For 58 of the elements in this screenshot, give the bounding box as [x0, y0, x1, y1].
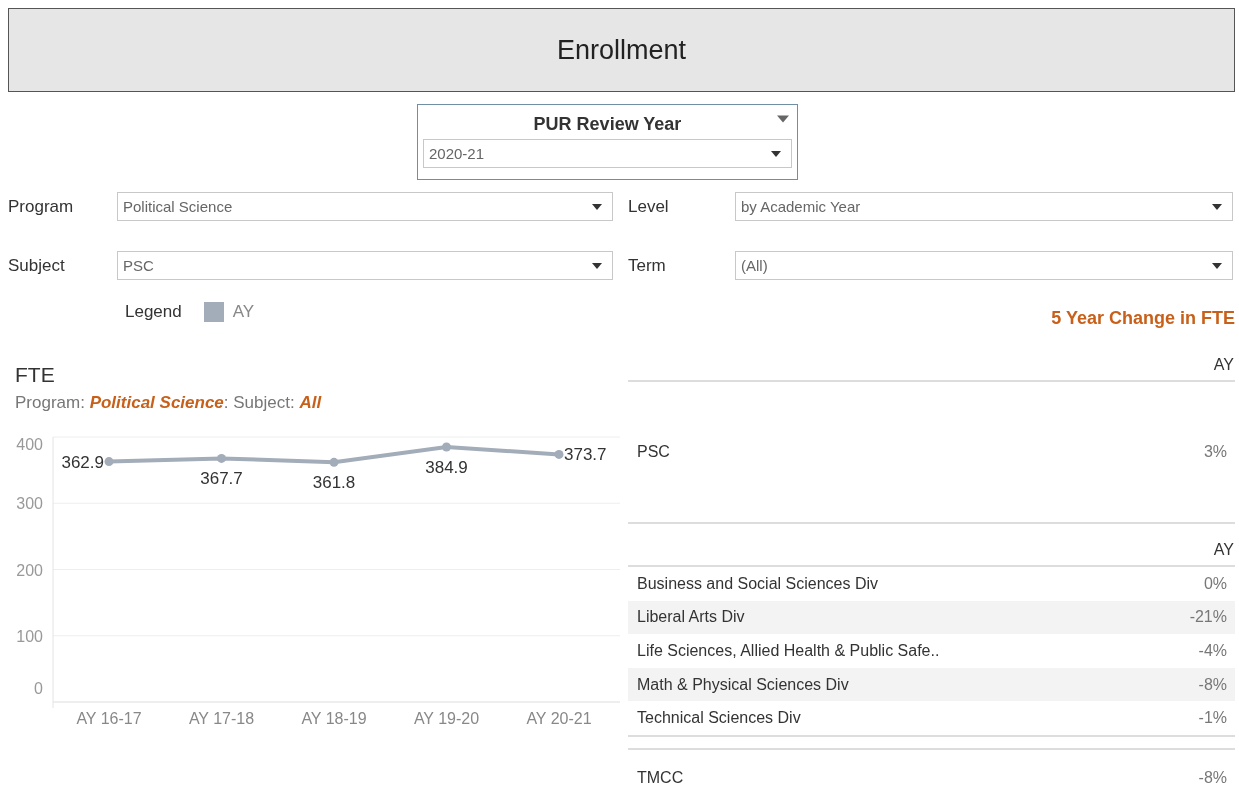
caret-icon[interactable]: [777, 115, 789, 123]
dropdown[interactable]: PSC: [117, 251, 613, 280]
axis-tick-label: 0: [34, 680, 43, 697]
table-title: 5 Year Change in FTE: [1051, 308, 1235, 329]
caret-icon: [592, 203, 602, 210]
axis-tick-label: AY 20-21: [526, 710, 592, 727]
data-label: 373.7: [564, 445, 607, 465]
caret-icon: [1212, 262, 1222, 269]
axis-tick-label: 400: [16, 436, 43, 453]
axis-tick-label: AY 16-17: [76, 710, 142, 727]
row-label: Math & Physical Sciences Div: [637, 675, 849, 694]
data-label: 384.9: [425, 458, 468, 477]
legend-title: Legend: [125, 302, 182, 322]
axis-tick-label: 300: [16, 495, 43, 513]
axis-tick-label: AY 19-20: [413, 710, 480, 727]
data-point: [554, 449, 564, 459]
filter-label: Term: [628, 255, 667, 276]
data-point: [329, 457, 339, 467]
table-cell: -1%: [1198, 709, 1227, 728]
filter-label: Level: [628, 196, 670, 217]
filter-label: Program: [8, 196, 75, 217]
data-point: [217, 453, 226, 463]
legend-label: AY: [232, 302, 255, 322]
table-cell: -4%: [1198, 642, 1227, 660]
column-header: AY: [1213, 541, 1234, 559]
dropdown[interactable]: Political Science: [117, 192, 613, 221]
caret-icon: [1212, 203, 1222, 210]
data-label: 361.8: [312, 473, 356, 493]
table-cell: -8%: [1198, 768, 1227, 787]
caret-icon: [592, 262, 602, 269]
row-label: PSC: [637, 443, 670, 461]
axis-tick-label: AY 18-19: [301, 710, 367, 727]
axis-tick-label: 200: [16, 561, 43, 579]
data-label: 362.9: [61, 452, 104, 472]
axis-tick-label: 100: [16, 627, 43, 645]
caret-icon: [771, 150, 781, 157]
table-cell: -8%: [1198, 675, 1227, 694]
table-cell: -21%: [1189, 608, 1227, 627]
row-label: Life Sciences, Allied Health & Public Safe..: [637, 642, 940, 660]
data-point: [104, 457, 114, 467]
chart-title: FTE: [15, 363, 55, 387]
row-label: Liberal Arts Div: [637, 608, 745, 627]
filter-title: PUR Review Year: [533, 113, 682, 135]
data-point: [442, 442, 451, 452]
column-header: AY: [1213, 356, 1234, 374]
axis-tick-label: AY 17-18: [188, 710, 255, 727]
chart-subtitle: Program: Political Science: Subject: All: [15, 393, 322, 413]
dropdown[interactable]: 2020-21: [423, 139, 792, 168]
row-label: Technical Sciences Div: [637, 709, 801, 728]
page-header: Enrollment: [8, 8, 1235, 92]
dropdown[interactable]: (All): [735, 251, 1233, 280]
row-label: Business and Social Sciences Div: [637, 574, 878, 593]
row-label: TMCC: [637, 768, 684, 787]
table-cell: 0%: [1203, 574, 1227, 593]
dropdown[interactable]: by Academic Year: [735, 192, 1233, 221]
data-label: 367.7: [200, 469, 243, 489]
filter-label: Subject: [8, 255, 66, 276]
table-cell: 3%: [1203, 443, 1227, 461]
